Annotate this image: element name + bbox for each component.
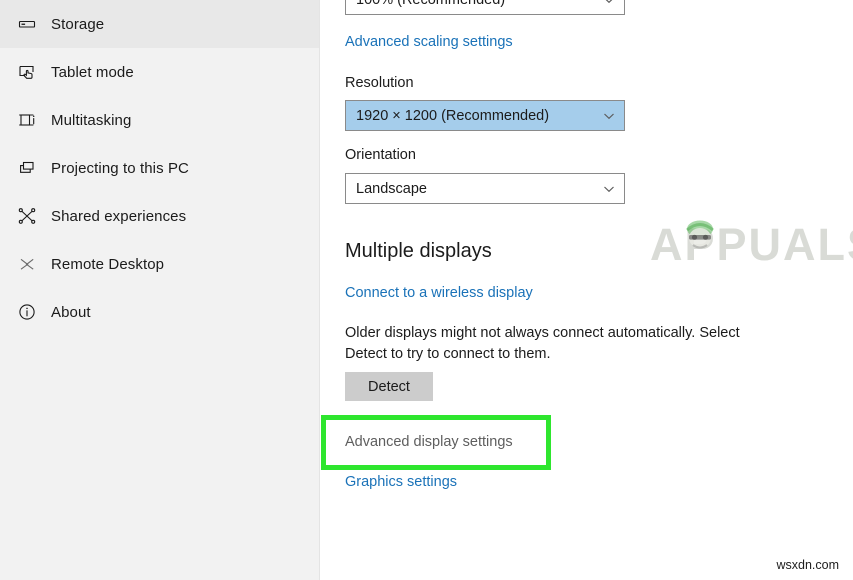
sidebar-item-label: About xyxy=(51,303,91,321)
scale-dropdown-wrapper: 100% (Recommended) xyxy=(345,0,625,15)
info-circle-icon xyxy=(14,299,40,325)
settings-sidebar: Storage Tablet mode Multitasking Project… xyxy=(0,0,320,580)
sidebar-item-label: Shared experiences xyxy=(51,207,187,225)
remote-desktop-icon xyxy=(14,251,40,277)
chevron-down-icon xyxy=(602,109,616,123)
graphics-settings-link[interactable]: Graphics settings xyxy=(345,474,457,490)
sidebar-item-label: Storage xyxy=(51,15,105,33)
sidebar-item-label: Tablet mode xyxy=(51,63,134,81)
settings-window: Storage Tablet mode Multitasking Project… xyxy=(0,0,853,580)
appuals-watermark: APPUALS xyxy=(650,219,853,270)
orientation-label: Orientation xyxy=(345,147,416,163)
scale-dropdown[interactable]: 100% (Recommended) xyxy=(345,0,625,15)
chevron-down-icon xyxy=(602,182,616,196)
appuals-watermark-text: APPUALS xyxy=(650,219,853,270)
source-watermark: wsxdn.com xyxy=(776,558,839,572)
sidebar-item-label: Multitasking xyxy=(51,111,132,129)
sidebar-item-label: Projecting to this PC xyxy=(51,159,189,177)
chevron-down-icon xyxy=(602,0,616,7)
detect-button[interactable]: Detect xyxy=(345,372,433,401)
sidebar-item-multitasking[interactable]: Multitasking xyxy=(0,96,320,144)
display-settings-panel: APPUALS 100% (Recommended) xyxy=(320,0,853,580)
sidebar-item-shared-experiences[interactable]: Shared experiences xyxy=(0,192,320,240)
advanced-scaling-settings-link[interactable]: Advanced scaling settings xyxy=(345,34,513,50)
advanced-display-settings-link[interactable]: Advanced display settings xyxy=(345,434,513,450)
shared-experiences-icon xyxy=(14,203,40,229)
resolution-dropdown-value: 1920 × 1200 (Recommended) xyxy=(356,107,550,124)
connect-wireless-display-link[interactable]: Connect to a wireless display xyxy=(345,285,533,301)
scale-dropdown-value: 100% (Recommended) xyxy=(356,0,602,8)
resolution-dropdown[interactable]: 1920 × 1200 (Recommended) xyxy=(345,100,625,131)
sidebar-item-storage[interactable]: Storage xyxy=(0,0,320,48)
storage-drive-icon xyxy=(14,11,40,37)
sidebar-nav-list: Storage Tablet mode Multitasking Project… xyxy=(0,0,320,336)
sidebar-item-projecting-to-this-pc[interactable]: Projecting to this PC xyxy=(0,144,320,192)
sidebar-item-about[interactable]: About xyxy=(0,288,320,336)
multiple-displays-description: Older displays might not always connect … xyxy=(345,325,740,362)
sidebar-item-tablet-mode[interactable]: Tablet mode xyxy=(0,48,320,96)
projecting-screens-icon xyxy=(14,155,40,181)
appuals-mascot-logo xyxy=(686,220,714,249)
multitasking-windows-icon xyxy=(14,107,40,133)
resolution-label: Resolution xyxy=(345,75,414,91)
sidebar-item-label: Remote Desktop xyxy=(51,255,165,273)
multiple-displays-heading: Multiple displays xyxy=(345,240,492,262)
orientation-dropdown[interactable]: Landscape xyxy=(345,173,625,204)
orientation-dropdown-value: Landscape xyxy=(356,180,427,197)
tablet-touch-icon xyxy=(14,59,40,85)
sidebar-item-remote-desktop[interactable]: Remote Desktop xyxy=(0,240,320,288)
